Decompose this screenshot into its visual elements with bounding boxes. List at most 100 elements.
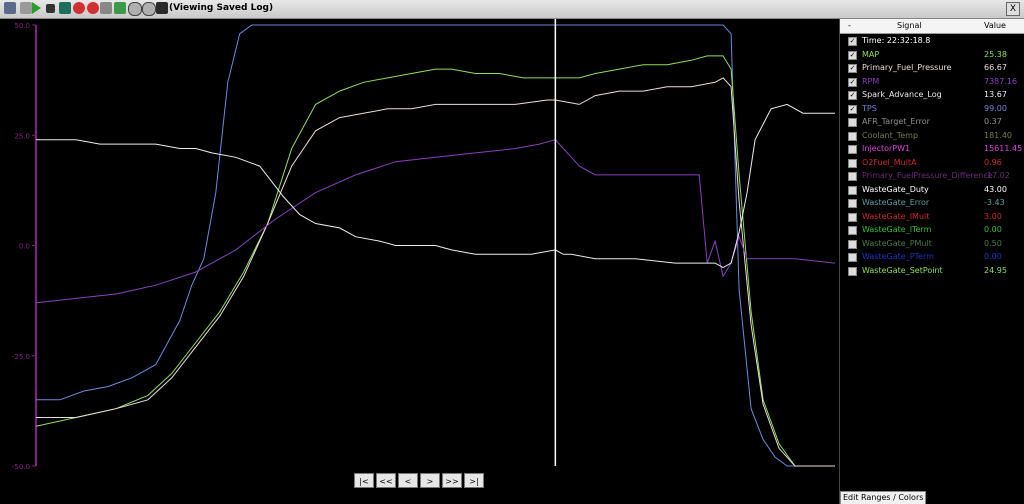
nav-button-5[interactable]: >| xyxy=(464,473,484,488)
y-tick-label: 0.0 xyxy=(19,243,30,251)
signal-checkbox[interactable] xyxy=(848,226,857,235)
signal-checkbox[interactable] xyxy=(848,199,857,208)
signal-name: TPS xyxy=(862,103,877,113)
value-column-header: Value xyxy=(984,21,1006,30)
signal-row[interactable]: WasteGate_Duty 43.00 xyxy=(840,184,1024,197)
signal-row[interactable]: WasteGate_PMult 0.50 xyxy=(840,238,1024,251)
record-icon[interactable] xyxy=(73,2,85,14)
signal-checkbox[interactable] xyxy=(848,212,857,222)
signal-value: 43.00 xyxy=(984,184,1007,194)
nav-button-2[interactable]: < xyxy=(398,473,418,488)
signal-checkbox[interactable]: ✓ xyxy=(848,104,857,114)
signal-value: 7387.16 xyxy=(984,76,1018,86)
signal-value: 3.00 xyxy=(984,211,1002,221)
signal-row[interactable]: Primary_FuelPressure_Difference -17.02 xyxy=(840,170,1024,183)
signal-checkbox[interactable]: ✓ xyxy=(848,50,857,60)
signal-row[interactable]: WasteGate_PTerm 0.00 xyxy=(840,251,1024,264)
nav-button-0[interactable]: |< xyxy=(354,473,374,488)
signal-checkbox[interactable] xyxy=(848,172,857,181)
edit-ranges-button[interactable]: Edit Ranges / Colors xyxy=(840,491,927,504)
signal-row[interactable]: Coolant_Temp 181.40 xyxy=(840,130,1024,143)
signal-name: Time: 22:32:18.8 xyxy=(862,36,931,45)
signal-name: InjectorPW1 xyxy=(862,144,911,153)
signal-name: WasteGate_Duty xyxy=(862,184,929,194)
signal-row[interactable]: ✓ Time: 22:32:18.8 xyxy=(840,35,1024,48)
zoom-out-icon[interactable] xyxy=(142,2,156,16)
signal-value: 25.38 xyxy=(984,49,1007,59)
signal-value: 0.96 xyxy=(984,157,1002,167)
signal-row[interactable]: InjectorPW1 15611.45 xyxy=(840,143,1024,156)
signal-row[interactable]: O2Fuel_MultA 0.96 xyxy=(840,157,1024,170)
signal-name: WasteGate_PMult xyxy=(862,238,932,248)
y-tick-label: 25.0 xyxy=(14,132,30,140)
nav-button-4[interactable]: >> xyxy=(442,473,462,488)
signal-checkbox[interactable]: ✓ xyxy=(848,77,857,87)
signal-value: 13.67 xyxy=(984,90,1007,99)
y-tick-label: -25.0 xyxy=(12,353,30,361)
signal-checkbox[interactable] xyxy=(848,145,857,154)
y-tick-label: -50.0 xyxy=(12,463,30,471)
signal-panel-header: - Signal Value xyxy=(840,19,1024,34)
signal-value: -3.43 xyxy=(984,198,1005,207)
signal-value: 0.50 xyxy=(984,238,1002,248)
signal-name: WasteGate_PTerm xyxy=(862,252,934,261)
series-line-primary_fuel_pressure xyxy=(36,77,835,467)
window-title: (Viewing Saved Log) xyxy=(169,3,274,13)
signal-value: 24.95 xyxy=(984,265,1007,275)
signal-row[interactable]: AFR_Target_Error 0.37 xyxy=(840,116,1024,129)
signal-value: -17.02 xyxy=(984,171,1010,180)
open-icon[interactable] xyxy=(4,2,16,14)
signal-panel: - Signal Value ✓ Time: 22:32:18.8 ✓ MAP 25.3… xyxy=(839,19,1024,504)
signal-checkbox[interactable] xyxy=(848,185,857,195)
close-button[interactable]: X xyxy=(1006,2,1020,16)
signal-row[interactable]: WasteGate_SetPoint 24.95 xyxy=(840,265,1024,278)
signal-row[interactable]: WasteGate_ITerm 0.00 xyxy=(840,224,1024,237)
series-line-rpm xyxy=(35,139,836,304)
signal-value: 99.00 xyxy=(984,103,1007,113)
signal-name: Spark_Advance_Log xyxy=(862,90,942,99)
signal-checkbox[interactable] xyxy=(848,266,857,276)
signal-row[interactable]: ✓ TPS 99.00 xyxy=(840,103,1024,116)
signal-name: AFR_Target_Error xyxy=(862,117,930,126)
print-icon[interactable] xyxy=(100,2,112,14)
signal-checkbox[interactable]: ✓ xyxy=(848,91,857,100)
signal-row[interactable]: WasteGate_Error -3.43 xyxy=(840,197,1024,210)
signal-value: 0.00 xyxy=(984,225,1002,234)
signal-checkbox[interactable] xyxy=(848,118,857,127)
signal-row[interactable]: ✓ Primary_Fuel_Pressure 66.67 xyxy=(840,62,1024,75)
signal-checkbox[interactable] xyxy=(848,158,857,168)
toolbar: (Viewing Saved Log) X xyxy=(0,0,1024,19)
play-icon[interactable] xyxy=(32,2,41,14)
signal-value: 0.37 xyxy=(984,117,1002,126)
y-tick-label: 50.0 xyxy=(14,22,30,30)
signal-row[interactable]: ✓ Spark_Advance_Log 13.67 xyxy=(840,89,1024,102)
signal-name: WasteGate_SetPoint xyxy=(862,265,943,275)
signal-row[interactable]: ✓ MAP 25.38 xyxy=(840,49,1024,62)
signal-name: WasteGate_Error xyxy=(862,198,930,207)
export-icon[interactable] xyxy=(114,2,126,14)
nav-button-1[interactable]: << xyxy=(376,473,396,488)
play-icon[interactable] xyxy=(20,2,32,14)
settings-icon[interactable] xyxy=(156,2,168,14)
signal-checkbox[interactable] xyxy=(848,253,857,262)
signal-name: Coolant_Temp xyxy=(862,130,919,140)
signal-name: Primary_FuelPressure_Difference xyxy=(862,171,993,180)
log-chart[interactable]: 50.0 25.0 0.0 -25.0 -50.0 xyxy=(0,19,838,504)
record-red-icon[interactable] xyxy=(87,2,99,14)
collapse-toggle[interactable]: - xyxy=(848,21,851,30)
nav-button-3[interactable]: > xyxy=(420,473,440,488)
signal-name: RPM xyxy=(862,76,880,86)
signal-name: O2Fuel_MultA xyxy=(862,157,917,167)
signal-checkbox[interactable]: ✓ xyxy=(848,64,857,73)
signal-checkbox[interactable] xyxy=(848,239,857,249)
signal-checkbox[interactable] xyxy=(848,131,857,141)
stop-icon[interactable] xyxy=(46,4,55,13)
signal-row[interactable]: WasteGate_IMult 3.00 xyxy=(840,211,1024,224)
signal-checkbox[interactable]: ✓ xyxy=(848,37,857,46)
zoom-in-icon[interactable] xyxy=(128,2,142,16)
series-line-map xyxy=(35,55,835,467)
signal-value: 0.00 xyxy=(984,252,1002,261)
signal-column-header: Signal xyxy=(897,21,922,30)
signal-row[interactable]: ✓ RPM 7387.16 xyxy=(840,76,1024,89)
save-icon[interactable] xyxy=(59,2,71,14)
